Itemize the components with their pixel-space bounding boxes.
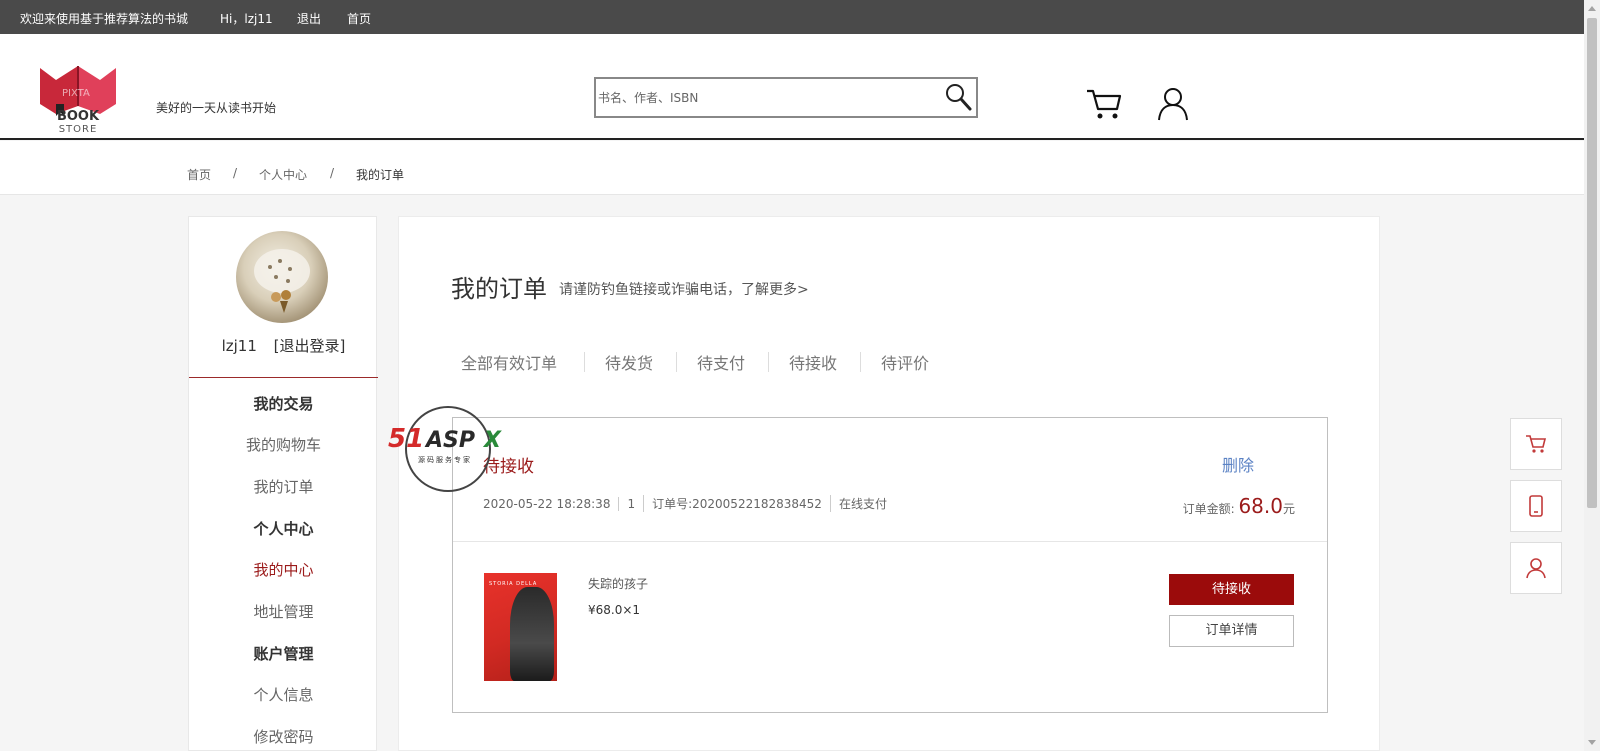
sidebar-item-address[interactable]: 地址管理 <box>189 601 378 622</box>
tab-all-orders[interactable]: 全部有效订单 <box>461 350 557 374</box>
scroll-up-arrow[interactable] <box>1588 6 1596 11</box>
breadcrumb-separator: / <box>233 166 238 180</box>
header: PIXTA BOOK STORE 美好的一天从读书开始 <box>0 34 1584 140</box>
greeting-text: Hi，lzj11 <box>220 12 273 26</box>
sidebar: lzj11 [退出登录] 我的交易 我的购物车 我的订单 个人中心 我的中心 地… <box>188 216 378 751</box>
svg-text:X: X <box>482 428 502 453</box>
breadcrumb-personal-center[interactable]: 个人中心 <box>259 166 307 183</box>
search-icon[interactable] <box>942 81 974 113</box>
user-icon[interactable] <box>1156 86 1190 122</box>
logout-link[interactable]: 退出 <box>297 10 321 27</box>
book-cover[interactable]: STORIA DELLA <box>484 573 557 681</box>
tab-separator <box>584 352 585 372</box>
order-meta: 2020-05-22 18:28:38 1 订单号:2020052218283845… <box>483 495 895 512</box>
delete-order-button[interactable]: 删除 <box>1222 452 1254 476</box>
scroll-down-arrow[interactable] <box>1588 740 1596 745</box>
top-bar: 欢迎来使用基于推荐算法的书城 Hi，lzj11 退出 首页 <box>0 0 1584 34</box>
tab-separator <box>860 352 861 372</box>
tab-to-receive[interactable]: 待接收 <box>789 350 837 374</box>
order-amount: 订单金额: 68.0元 <box>1183 494 1295 518</box>
bookstore-logo[interactable]: PIXTA BOOK STORE <box>38 60 118 136</box>
tab-to-pay[interactable]: 待支付 <box>697 350 745 374</box>
breadcrumb-current: 我的订单 <box>356 168 405 182</box>
sidebar-item-orders[interactable]: 我的订单 <box>189 476 378 497</box>
svg-text:51: 51 <box>388 424 424 454</box>
order-detail-button[interactable]: 订单详情 <box>1169 615 1294 647</box>
svg-text:STORE: STORE <box>59 124 98 135</box>
float-user-button[interactable] <box>1510 542 1562 594</box>
user-name-line: lzj11 [退出登录] <box>189 335 378 356</box>
svg-text:源码服务专家: 源码服务专家 <box>418 455 472 464</box>
sidebar-item-password[interactable]: 修改密码 <box>189 726 378 747</box>
sidebar-section-personal: 个人中心 <box>253 520 314 538</box>
page-scrollbar[interactable] <box>1584 0 1600 751</box>
book-name[interactable]: 失踪的孩子 <box>588 575 648 592</box>
user-icon <box>1526 558 1546 579</box>
float-phone-button[interactable] <box>1510 480 1562 532</box>
breadcrumb-separator: / <box>330 166 335 180</box>
svg-text:ASP: ASP <box>424 428 475 453</box>
breadcrumb: 首页 / 个人中心 / 我的订单 <box>0 141 1584 195</box>
tab-separator <box>768 352 769 372</box>
main-panel: 我的订单 请谨防钓鱼链接或诈骗电话，了解更多> 全部有效订单 待发货 待支付 待… <box>398 216 1380 751</box>
breadcrumb-home[interactable]: 首页 <box>187 166 211 183</box>
tab-to-review[interactable]: 待评价 <box>881 350 929 374</box>
book-price: ¥68.0×1 <box>588 603 641 617</box>
scrollbar-thumb[interactable] <box>1587 18 1597 508</box>
amount-label: 订单金额: <box>1182 502 1235 516</box>
phone-icon <box>1529 495 1543 517</box>
sidebar-divider <box>189 377 378 378</box>
sidebar-section-trade: 我的交易 <box>253 395 314 413</box>
search-input[interactable] <box>598 87 928 109</box>
svg-text:PIXTA: PIXTA <box>62 88 90 99</box>
home-link[interactable]: 首页 <box>347 10 371 27</box>
tab-to-ship[interactable]: 待发货 <box>605 350 653 374</box>
order-divider <box>453 541 1327 542</box>
order-datetime: 2020-05-22 18:28:38 <box>483 497 611 511</box>
order-number: 订单号:20200522182838452 <box>643 495 830 512</box>
sidebar-item-profile[interactable]: 个人信息 <box>189 684 378 705</box>
slogan: 美好的一天从读书开始 <box>156 101 277 115</box>
cart-icon <box>1526 435 1547 453</box>
order-count: 1 <box>618 497 643 511</box>
avatar[interactable] <box>236 231 328 323</box>
cart-icon[interactable] <box>1085 87 1123 121</box>
float-cart-button[interactable] <box>1510 418 1562 470</box>
sidebar-item-cart[interactable]: 我的购物车 <box>189 434 378 455</box>
search-box <box>594 77 978 118</box>
sidebar-section-account: 账户管理 <box>253 645 314 663</box>
amount-value: 68.0 <box>1238 494 1283 518</box>
tab-separator <box>676 352 677 372</box>
payment-method: 在线支付 <box>829 495 895 512</box>
51aspx-watermark-logo: 51 ASP X 源码服务专家 <box>388 406 502 492</box>
logout-login-link[interactable]: [退出登录] <box>274 337 346 355</box>
svg-text:BOOK: BOOK <box>57 109 100 124</box>
order-card: 待接收 删除 2020-05-22 18:28:38 1 订单号:202005221… <box>452 417 1328 713</box>
await-receive-button[interactable]: 待接收 <box>1169 574 1294 605</box>
username: lzj11 <box>221 337 257 355</box>
amount-unit: 元 <box>1282 502 1295 516</box>
security-notice-link[interactable]: 请谨防钓鱼链接或诈骗电话，了解更多> <box>559 279 809 299</box>
page-title: 我的订单 <box>451 275 547 303</box>
sidebar-item-my-center[interactable]: 我的中心 <box>189 559 378 580</box>
welcome-text: 欢迎来使用基于推荐算法的书城 <box>20 12 189 26</box>
